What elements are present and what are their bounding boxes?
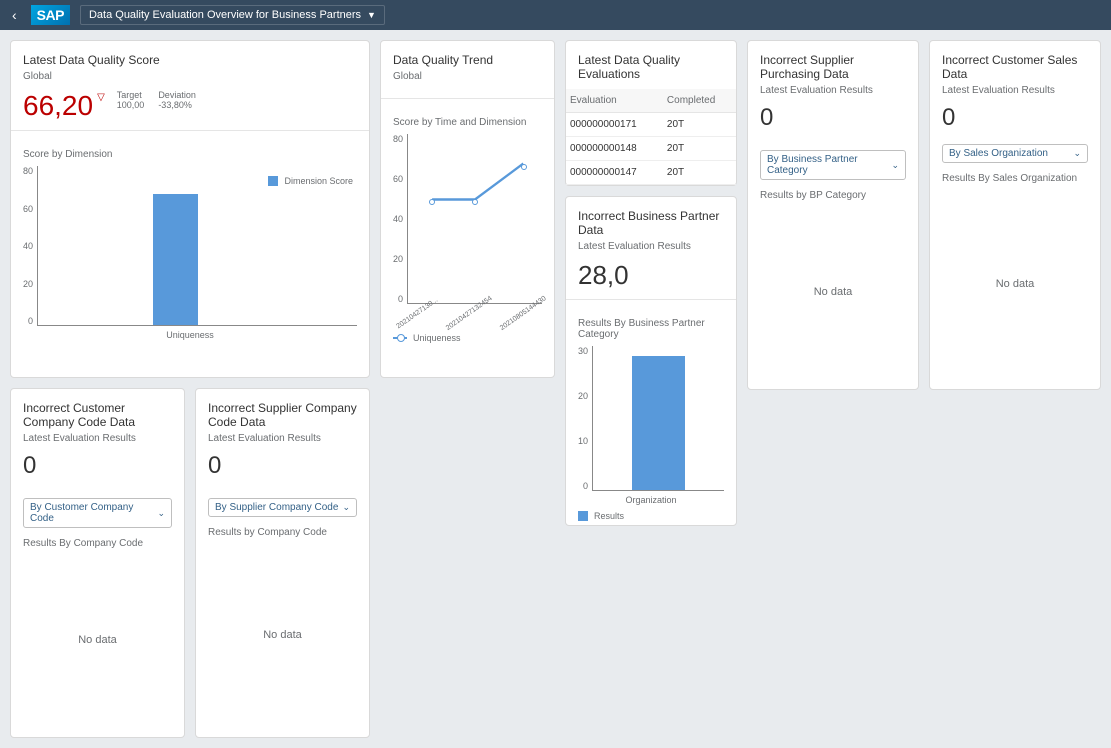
card-evaluations: Latest Data Quality Evaluations Evaluati… xyxy=(565,40,737,186)
app-header: ‹ SAP Data Quality Evaluation Overview f… xyxy=(0,0,1111,30)
chevron-down-icon: ▼ xyxy=(367,10,376,20)
card-title: Data Quality Trend xyxy=(393,53,542,67)
chevron-down-icon: ⌄ xyxy=(1073,148,1081,159)
chart-trend xyxy=(407,134,542,304)
card-supplier-purchasing: Incorrect Supplier Purchasing Data Lates… xyxy=(747,40,919,390)
card-title: Incorrect Customer Sales Data xyxy=(942,53,1088,81)
chevron-down-icon: ⌄ xyxy=(157,508,165,519)
card-title: Incorrect Customer Company Code Data xyxy=(23,401,172,429)
chevron-down-icon: ⌄ xyxy=(891,160,899,171)
evaluations-table: Evaluation Completed 00000000017120T 000… xyxy=(566,89,736,185)
card-title: Latest Data Quality Score xyxy=(23,53,357,67)
table-row[interactable]: 00000000017120T xyxy=(566,113,736,137)
sap-logo: SAP xyxy=(31,5,70,25)
page-title: Data Quality Evaluation Overview for Bus… xyxy=(89,9,361,21)
kpi-value: 0 xyxy=(208,452,357,480)
no-data: No data xyxy=(23,555,172,725)
no-data: No data xyxy=(760,207,906,377)
card-customer-company: Incorrect Customer Company Code Data Lat… xyxy=(10,388,185,738)
select-customer-company-code[interactable]: By Customer Company Code ⌄ xyxy=(23,498,172,528)
table-row[interactable]: 00000000014820T xyxy=(566,137,736,161)
kpi-value: 28,0 xyxy=(578,260,724,291)
table-row[interactable]: 00000000014720T xyxy=(566,161,736,185)
chart-score-by-dimension: Dimension Score xyxy=(37,166,357,326)
kpi-value: 0 xyxy=(23,452,172,480)
card-title: Incorrect Supplier Company Code Data xyxy=(208,401,357,429)
no-data: No data xyxy=(942,190,1088,377)
trend-down-icon: ▽ xyxy=(97,92,105,103)
card-scope: Global xyxy=(23,71,357,82)
card-latest-score: Latest Data Quality Score Global 66,20 ▽… xyxy=(10,40,370,378)
page-title-dropdown[interactable]: Data Quality Evaluation Overview for Bus… xyxy=(80,5,385,25)
card-title: Latest Data Quality Evaluations xyxy=(578,53,724,81)
score-value: 66,20 ▽ xyxy=(23,90,105,122)
card-trend: Data Quality Trend Global Score by Time … xyxy=(380,40,555,378)
card-incorrect-bp: Incorrect Business Partner Data Latest E… xyxy=(565,196,737,526)
kpi-value: 0 xyxy=(760,104,906,132)
card-title: Incorrect Supplier Purchasing Data xyxy=(760,53,906,81)
card-supplier-company: Incorrect Supplier Company Code Data Lat… xyxy=(195,388,370,738)
select-sales-org[interactable]: By Sales Organization ⌄ xyxy=(942,144,1088,163)
select-supplier-company-code[interactable]: By Supplier Company Code ⌄ xyxy=(208,498,357,517)
card-title: Incorrect Business Partner Data xyxy=(578,209,724,237)
section-label: Score by Dimension xyxy=(23,149,357,160)
kpi-value: 0 xyxy=(942,104,1088,132)
no-data: No data xyxy=(208,544,357,725)
chevron-down-icon: ⌄ xyxy=(342,502,350,513)
back-icon[interactable]: ‹ xyxy=(8,7,21,23)
chart-bp-category xyxy=(592,346,724,491)
card-customer-sales: Incorrect Customer Sales Data Latest Eva… xyxy=(929,40,1101,390)
select-bp-category[interactable]: By Business Partner Category ⌄ xyxy=(760,150,906,180)
